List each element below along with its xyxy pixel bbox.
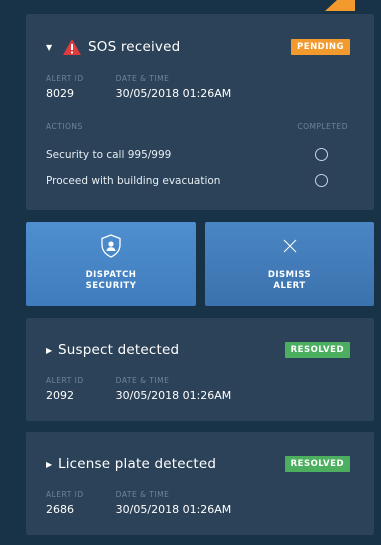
alert-card-sos: ▼ SOS received PENDING ALERT ID 8029 DAT… <box>26 14 374 210</box>
caret-down-icon[interactable]: ▼ <box>46 43 58 52</box>
alert-id-label: ALERT ID <box>46 74 84 83</box>
completed-checkbox[interactable] <box>315 174 328 187</box>
status-badge: RESOLVED <box>284 342 350 358</box>
datetime-value: 30/05/2018 01:26AM <box>115 503 232 516</box>
datetime-label: DATE & TIME <box>115 376 170 385</box>
alert-title: License plate detected <box>58 456 217 472</box>
alert-id-value: 8029 <box>46 87 74 100</box>
alert-id-label: ALERT ID <box>46 490 84 499</box>
status-badge: RESOLVED <box>284 456 350 472</box>
alert-title: Suspect detected <box>58 342 180 358</box>
status-badge: PENDING <box>291 39 350 55</box>
alert-card-license-plate: ▶ License plate detected RESOLVED ALERT … <box>26 432 374 535</box>
action-label: Proceed with building evacuation <box>46 174 221 187</box>
alert-header[interactable]: ▼ SOS received PENDING <box>46 38 350 56</box>
datetime-value: 30/05/2018 01:26AM <box>115 87 232 100</box>
alert-header[interactable]: ▶ Suspect detected RESOLVED <box>46 342 350 358</box>
alert-id-label: ALERT ID <box>46 376 84 385</box>
alert-header[interactable]: ▶ License plate detected RESOLVED <box>46 456 350 472</box>
caret-right-icon[interactable]: ▶ <box>46 460 58 469</box>
actions-label: ACTIONS <box>46 122 83 131</box>
action-item: Proceed with building evacuation <box>46 174 328 187</box>
alert-meta: ALERT ID 8029 DATE & TIME 30/05/2018 01:… <box>46 74 261 100</box>
datetime-value: 30/05/2018 01:26AM <box>115 389 232 402</box>
alert-id-value: 2092 <box>46 389 74 402</box>
warning-icon <box>62 38 82 56</box>
alert-meta: ALERT ID 2092 DATE & TIME 30/05/2018 01:… <box>46 376 261 402</box>
close-icon <box>281 234 299 258</box>
caret-right-icon[interactable]: ▶ <box>46 346 58 355</box>
dispatch-label-line2: SECURITY <box>85 281 137 291</box>
completed-checkbox[interactable] <box>315 148 328 161</box>
alert-id-value: 2686 <box>46 503 74 516</box>
dismiss-alert-button[interactable]: DISMISS ALERT <box>205 222 374 306</box>
alert-meta: ALERT ID 2686 DATE & TIME 30/05/2018 01:… <box>46 490 261 516</box>
datetime-label: DATE & TIME <box>115 490 170 499</box>
completed-label: COMPLETED <box>297 122 348 131</box>
dismiss-label-line2: ALERT <box>273 281 306 291</box>
action-label: Security to call 995/999 <box>46 148 172 161</box>
action-item: Security to call 995/999 <box>46 148 328 161</box>
datetime-label: DATE & TIME <box>115 74 170 83</box>
shield-user-icon <box>100 234 122 258</box>
dismiss-label-line1: DISMISS <box>267 270 312 280</box>
alert-card-suspect: ▶ Suspect detected RESOLVED ALERT ID 209… <box>26 318 374 421</box>
corner-accent <box>325 0 355 11</box>
alert-title: SOS received <box>88 39 181 55</box>
dispatch-security-button[interactable]: DISPATCH SECURITY <box>26 222 196 306</box>
actions-header: ACTIONS COMPLETED <box>46 122 348 131</box>
dispatch-label-line1: DISPATCH <box>85 270 137 280</box>
